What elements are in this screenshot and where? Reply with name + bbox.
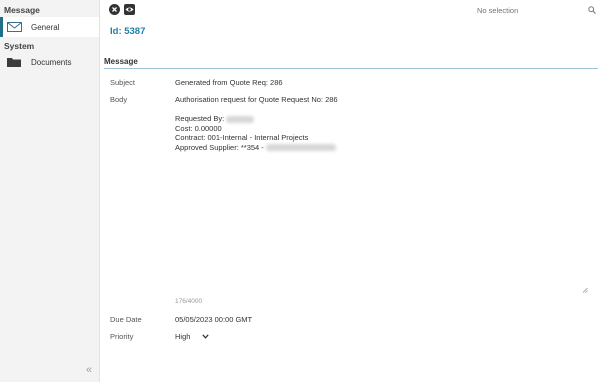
sidebar-item-label: General	[31, 22, 60, 32]
main-panel: Id: 5387 Message Subject Generated from …	[101, 0, 600, 382]
due-date-value[interactable]: 05/05/2023 00:00 GMT	[175, 315, 252, 324]
eye-icon[interactable]	[124, 4, 135, 15]
priority-value: High	[175, 332, 191, 341]
body-line	[175, 105, 587, 115]
body-line: Authorisation request for Quote Request …	[175, 95, 338, 104]
body-line: Cost: 0.00000	[175, 123, 222, 133]
redacted-text	[226, 115, 255, 123]
subject-value[interactable]: Generated from Quote Req: 286	[175, 78, 283, 87]
priority-label: Priority	[110, 332, 134, 341]
character-counter: 176/4000	[175, 298, 203, 305]
body-line: Requested By:	[175, 114, 587, 124]
search-icon[interactable]	[588, 5, 596, 16]
sidebar-item-label: Documents	[31, 57, 72, 67]
section-title-message: Message	[104, 57, 598, 69]
close-icon[interactable]	[109, 4, 120, 15]
subject-label: Subject	[110, 78, 136, 87]
priority-select[interactable]: High	[175, 332, 210, 341]
section-header-message: Message	[4, 5, 40, 15]
record-id: Id: 5387	[110, 26, 146, 37]
sidebar: Message General System Documents «	[0, 0, 100, 382]
collapse-sidebar-button[interactable]: «	[86, 364, 92, 376]
sidebar-item-documents[interactable]: Documents	[0, 52, 99, 72]
redacted-text	[265, 144, 336, 152]
body-line: Contract: 001-Internal - Internal Projec…	[175, 133, 309, 142]
due-date-label: Due Date	[110, 315, 142, 324]
search-box[interactable]	[472, 4, 596, 17]
folder-icon	[6, 56, 22, 68]
section-header-system: System	[4, 41, 35, 51]
body-line: Approved Supplier: **354 -	[175, 143, 587, 153]
body-label: Body	[110, 95, 128, 104]
sidebar-item-general[interactable]: General	[0, 17, 99, 37]
search-input[interactable]	[472, 6, 577, 15]
chevron-down-icon[interactable]	[202, 332, 210, 341]
resize-handle-icon[interactable]	[582, 286, 588, 295]
envelope-icon	[6, 21, 22, 33]
body-textarea[interactable]: Authorisation request for Quote Request …	[175, 95, 587, 295]
